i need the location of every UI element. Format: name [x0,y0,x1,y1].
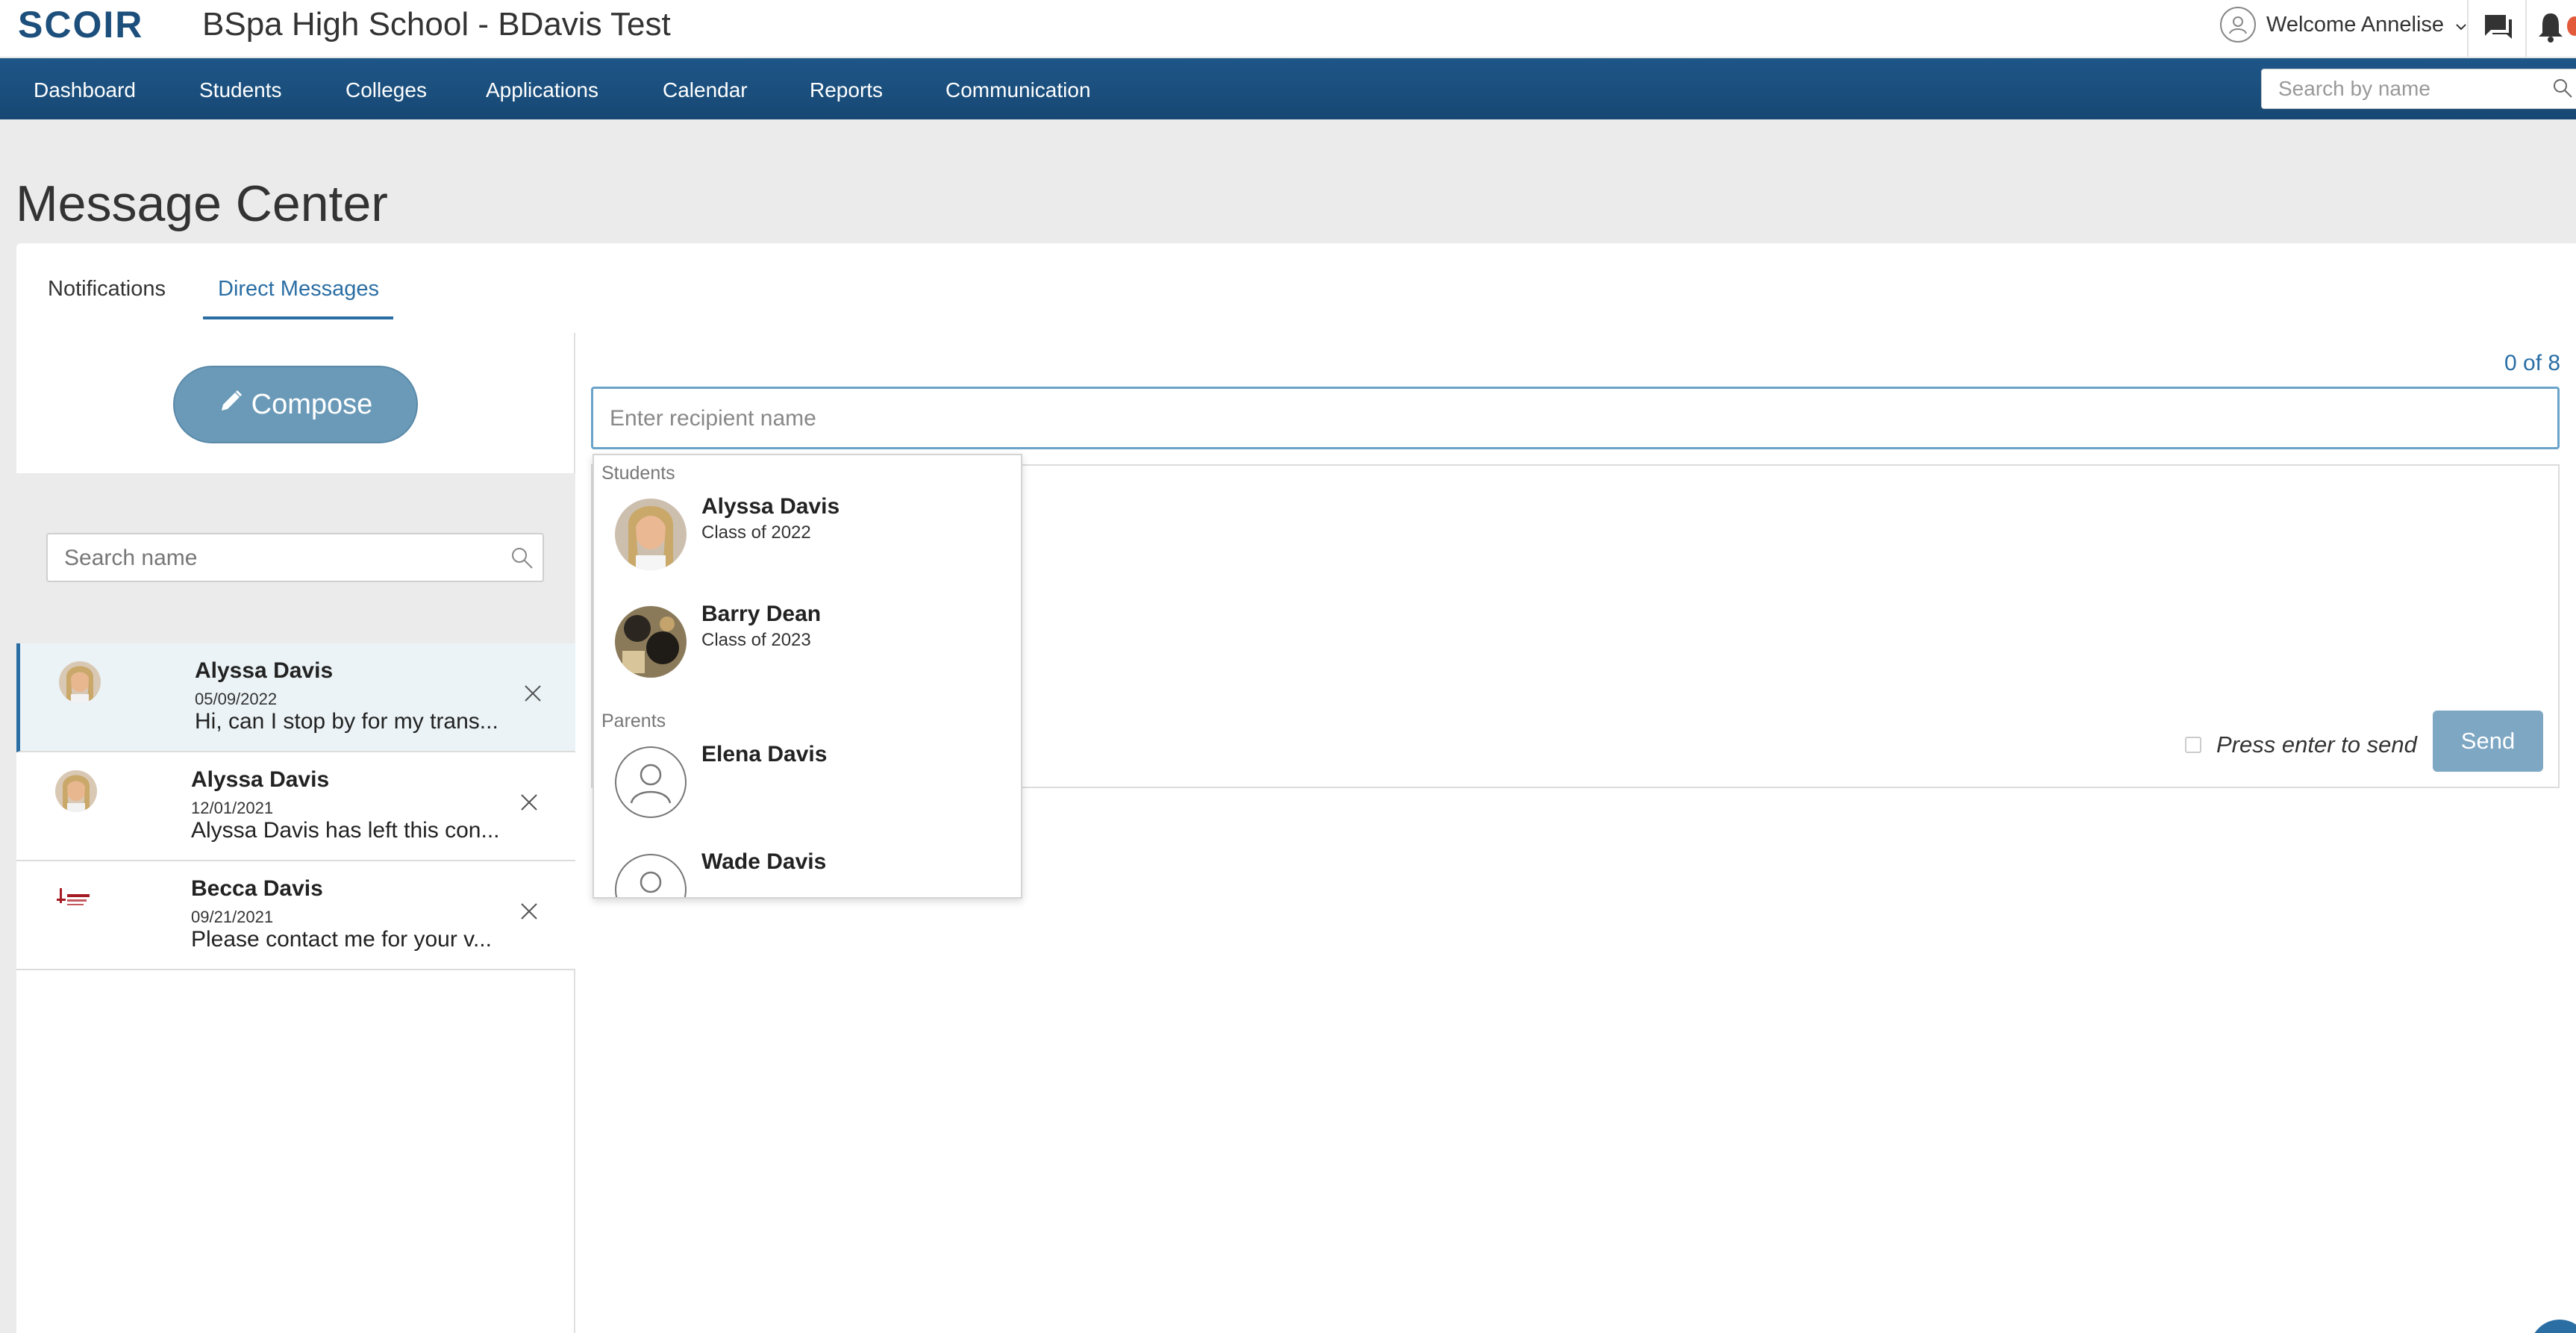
nav-students[interactable]: Students [199,58,282,119]
conversation-name: Alyssa Davis [195,658,334,683]
avatar [615,499,687,570]
divider [2467,0,2469,57]
global-search [2261,69,2576,109]
search-icon[interactable] [2551,77,2574,103]
bell-icon[interactable] [2536,10,2569,43]
scoir-logo[interactable]: SCOIR [18,6,143,43]
school-title: BSpa High School - BDavis Test [202,6,671,43]
conversation-date: 12/01/2021 [191,799,274,817]
conversation-date: 05/09/2022 [195,690,278,708]
conversation-name: Alyssa Davis [191,767,330,792]
conversation-preview: Hi, can I stop by for my trans... [195,709,498,734]
user-menu[interactable]: Welcome Annelise [2220,6,2468,43]
user-avatar-icon [2220,7,2256,43]
nav-communication[interactable]: Communication [945,58,1091,119]
pencil-icon [219,388,244,421]
college-logo [55,879,97,921]
dropdown-section-parents: Parents [601,711,666,731]
dropdown-section-students: Students [601,463,675,484]
conversation-item[interactable]: Alyssa Davis 12/01/2021 Alyssa Davis has… [16,752,575,861]
dropdown-option[interactable]: Wade Davis [594,843,1021,897]
user-placeholder-icon [615,854,687,897]
recipient-field [591,387,2560,449]
nav-dashboard[interactable]: Dashboard [34,58,136,119]
global-search-input[interactable] [2278,75,2547,102]
name-search [46,533,544,582]
press-enter-label: Press enter to send [2216,731,2417,758]
conversation-preview: Please contact me for your v... [191,927,492,952]
compose-label: Compose [251,388,373,420]
avatar [55,770,97,812]
main-nav: Dashboard Students Colleges Applications… [0,58,2576,119]
search-icon[interactable] [509,545,534,574]
option-name: Wade Davis [701,849,827,874]
press-enter-checkbox[interactable] [2185,737,2201,753]
conversation-item[interactable]: Becca Davis 09/21/2021 Please contact me… [16,861,575,970]
recipient-input[interactable] [610,404,2475,434]
divider [2525,0,2527,57]
conversation-name: Becca Davis [191,876,323,901]
top-bar: SCOIR BSpa High School - BDavis Test Wel… [0,0,2576,57]
press-enter-option[interactable]: Press enter to send [2185,731,2417,758]
close-icon[interactable] [518,791,540,814]
nav-calendar[interactable]: Calendar [663,58,748,119]
option-class: Class of 2023 [701,630,811,650]
welcome-text: Welcome Annelise [2266,12,2445,37]
tab-direct-messages[interactable]: Direct Messages [218,272,379,305]
dropdown-option[interactable]: Elena Davis [594,736,1021,840]
dropdown-option[interactable]: Alyssa Davis Class of 2022 [594,488,1021,593]
option-name: Barry Dean [701,602,822,626]
chevron-down-icon [2454,13,2468,37]
avatar [59,661,101,703]
option-name: Elena Davis [701,742,828,767]
conversation-item[interactable]: Alyssa Davis 05/09/2022 Hi, can I stop b… [16,643,575,752]
close-icon[interactable] [518,900,540,923]
user-placeholder-icon [615,746,687,818]
conversation-preview: Alyssa Davis has left this con... [191,818,500,843]
send-button[interactable]: Send [2433,711,2543,772]
active-tab-indicator [203,316,393,319]
option-name: Alyssa Davis [701,494,840,519]
avatar [615,606,687,678]
recipient-dropdown: Students Alyssa Davis Class of 2022 Barr… [593,454,1022,899]
page-title: Message Center [16,175,388,232]
option-class: Class of 2022 [701,522,811,543]
compose-button[interactable]: Compose [173,366,418,443]
nav-applications[interactable]: Applications [486,58,598,119]
chat-icon[interactable] [2482,10,2515,43]
nav-colleges[interactable]: Colleges [346,58,427,119]
name-search-input[interactable] [64,545,497,572]
recipient-counter: 0 of 8 [2504,351,2561,375]
conversation-date: 09/21/2021 [191,908,274,926]
close-icon[interactable] [522,682,544,705]
nav-reports[interactable]: Reports [810,58,883,119]
tab-notifications[interactable]: Notifications [48,272,166,305]
dropdown-option[interactable]: Barry Dean Class of 2023 [594,596,1021,700]
